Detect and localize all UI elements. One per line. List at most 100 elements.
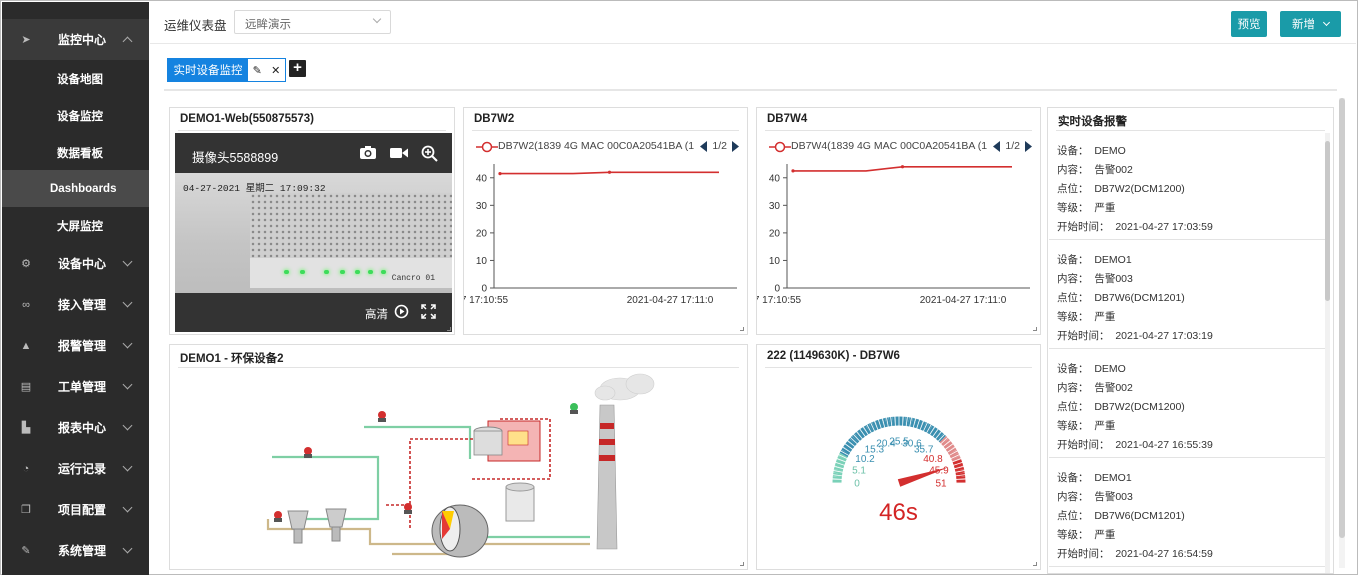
sidebar-item-access[interactable]: ∞ 接入管理 [2,284,149,325]
chevron-down-icon [122,297,133,308]
chevron-down-icon [122,379,133,390]
gauge-arc-segment [860,427,868,437]
legend-prev-icon[interactable] [700,140,708,152]
bell-icon: ▲ [20,339,32,352]
alarm-item[interactable]: 设备： DEMO1 内容： 告警003 点位： DB7W6(DCM1201) 等… [1049,240,1329,349]
pie-chart-icon: ◔ [22,462,30,475]
alarm-device: 设备： DEMO1 [1057,472,1132,484]
sidebar-subitem-device-monitor[interactable]: 设备监控 [2,97,149,134]
sidebar-subitem-label: 大屏监控 [57,220,103,233]
x-tick-label: 2021-04-27 17:11:0 [627,295,714,306]
sidebar-subitem-label: 数据看板 [57,147,103,160]
gauge-tick-label: 0 [854,479,860,490]
gauge-arc-segment [913,418,920,429]
chimney-icon [596,404,618,550]
alarm-point: 点位： DB7W2(DCM1200) [1057,401,1185,413]
gauge: 05.110.215.320.425.530.635.740.845.951 [832,416,966,490]
zoom-in-icon[interactable] [421,145,438,162]
tab-label: 实时设备监控 [168,59,248,81]
app-root: ➤ 监控中心 设备地图 设备监控 数据看板 Dashboards 大屏监控 ⚙ … [0,0,1358,575]
alarm-device: 设备： DEMO [1057,363,1126,375]
sidebar-item-monitor-center[interactable]: ➤ 监控中心 [2,19,149,60]
legend-next-icon[interactable] [1024,140,1032,152]
resize-handle[interactable] [740,327,744,331]
legend-prev-icon[interactable] [993,140,1001,152]
chevron-down-icon [122,420,133,431]
resize-handle[interactable] [1033,562,1037,566]
sidebar-item-workorder[interactable]: ▤ 工单管理 [2,366,149,407]
legend-label[interactable]: DB7W4(1839 4G MAC 00C0A20541BA (1 [791,140,996,152]
video-record-icon[interactable] [389,145,409,160]
gauge-arc-segment [857,429,866,439]
alarm-point: 点位： DB7W6(DCM1201) [1057,292,1185,304]
edit-icon[interactable]: ✎ [253,64,262,77]
y-tick-label: 20 [476,228,488,239]
data-point [607,170,612,174]
fullscreen-icon[interactable] [421,304,436,319]
widget-title: DB7W4 [767,113,808,125]
preview-button[interactable]: 预览 [1231,11,1267,37]
y-tick-label: 40 [476,173,488,184]
dashboard-select[interactable]: 远眸演示 [234,10,391,34]
chevron-up-icon [122,36,133,47]
sidebar-item-reports[interactable]: ▙ 报表中心 [2,407,149,448]
alarm-content: 内容： 告警002 [1057,164,1133,176]
camera-icon[interactable] [359,145,377,160]
divider [164,89,1337,91]
sidebar-item-alarm[interactable]: ▲ 报警管理 [2,325,149,366]
legend-label[interactable]: DB7W2(1839 4G MAC 00C0A20541BA (1 [498,140,703,152]
alarm-item[interactable]: 设备： DEMO1 内容： 告警003 点位： DB7W6(DCM1201) 等… [1049,458,1329,567]
sidebar-subitem-data-board[interactable]: 数据看板 [2,134,149,171]
alarm-item[interactable]: 设备： DEMO 内容： 告警002 点位： DB7W2(DCM1200) 等级… [1049,349,1329,458]
quality-toggle[interactable]: 高清 [365,306,388,322]
sidebar-subitem-device-map[interactable]: 设备地图 [2,60,149,97]
chart-legend: DB7W2(1839 4G MAC 00C0A20541BA (1 1/2 [476,139,739,155]
alarm-item[interactable]: 设备： DEMO 内容： 告警002 点位： DB7W2(DCM1200) 等级… [1049,131,1329,240]
sidebar-item-system[interactable]: ✎ 系统管理 [2,530,149,571]
widget-title: DB7W2 [474,113,515,125]
sidebar-item-device-center[interactable]: ⚙ 设备中心 [2,243,149,284]
divider [178,130,446,131]
alarm-content: 内容： 告警003 [1057,491,1133,503]
close-icon[interactable]: ✕ [271,64,280,77]
sidebar-subitem-dashboards[interactable]: Dashboards [2,170,149,207]
resize-handle[interactable] [1033,327,1037,331]
alarm-scrollbar[interactable] [1325,133,1330,573]
tab-realtime-monitor[interactable]: 实时设备监控 ✎ ✕ [167,58,286,82]
camera-player[interactable]: 摄像头5588899 04-27-2021 星期二 17:09:32 Cancr… [175,133,452,332]
gauge-arc-segment [916,419,923,430]
chart-widget-db7w2: DB7W2 DB7W2(1839 4G MAC 00C0A20541BA (1 … [463,107,748,335]
gauge-arc-segment [953,462,964,469]
beacon-icon [378,411,386,422]
data-point [791,169,795,173]
resize-handle[interactable] [447,327,451,331]
replay-icon[interactable] [394,304,409,319]
top-bar: 运维仪表盘 远眸演示 预览 新增 [150,2,1356,44]
sidebar-item-run-records[interactable]: ◔ 运行记录 [2,448,149,489]
beacon-icon [304,447,312,458]
alarm-point: 点位： DB7W2(DCM1200) [1057,183,1185,195]
divider [765,130,1032,131]
chevron-down-icon [122,256,133,267]
dashboard-select-value: 远眸演示 [245,19,291,31]
y-tick-label: 20 [769,228,781,239]
x-tick-label: 1-04-27 17:10:55 [464,295,509,306]
add-tab-button[interactable]: + [289,60,306,77]
line-chart: 0 10 20 30 40 1-04-27 17:10:55 2021-04-27 17:1… [757,164,1030,306]
sidebar: ➤ 监控中心 设备地图 设备监控 数据看板 Dashboards 大屏监控 ⚙ … [2,2,149,575]
sidebar-subitem-big-screen[interactable]: 大屏监控 [2,207,149,244]
add-button[interactable]: 新增 [1280,11,1341,37]
legend-next-icon[interactable] [731,140,739,152]
sidebar-subitem-label: Dashboards [50,182,117,195]
process-diagram-widget: DEMO1 - 环保设备2 [169,344,748,570]
camera-controls: 高清 [175,293,452,332]
page-scrollbar[interactable] [1339,98,1345,568]
tank-icon [505,482,535,522]
sidebar-item-project-config[interactable]: ❐ 项目配置 [2,489,149,530]
bar-chart-icon: ▙ [21,422,31,434]
camera-widget: DEMO1-Web(550875573) 摄像头5588899 04-27-20… [169,107,455,335]
beacon-icon [274,511,282,522]
gauge-arc-segment [932,429,941,439]
gauge-arc-segment [875,419,882,430]
resize-handle[interactable] [740,562,744,566]
